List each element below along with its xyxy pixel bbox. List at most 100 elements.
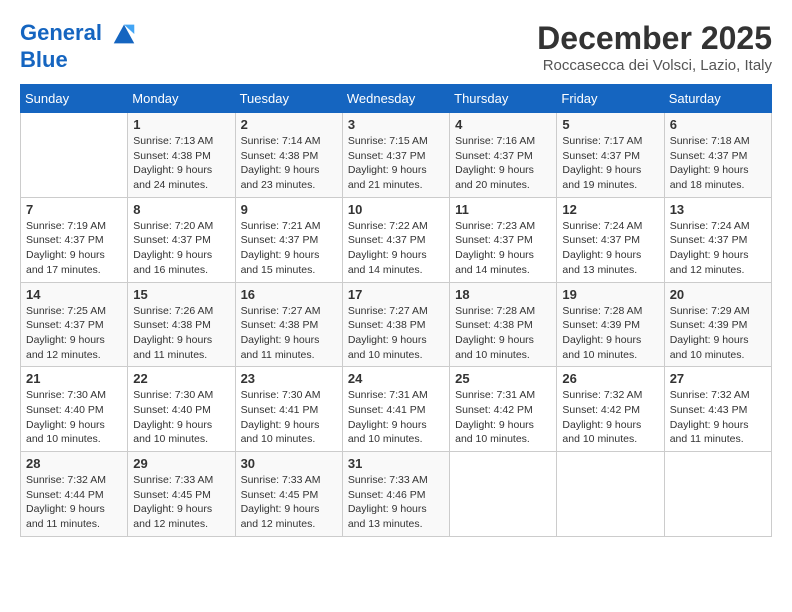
calendar-cell: 29Sunrise: 7:33 AMSunset: 4:45 PMDayligh… xyxy=(128,452,235,537)
calendar-cell: 6 Sunrise: 7:18 AMSunset: 4:37 PMDaylight… xyxy=(664,113,771,198)
day-info: Sunrise: 7:30 AMSunset: 4:41 PMDaylight:… xyxy=(241,388,337,447)
calendar-cell: 31Sunrise: 7:33 AMSunset: 4:46 PMDayligh… xyxy=(342,452,449,537)
calendar-cell: 22 Sunrise: 7:30 AMSunset: 4:40 PMDayligh… xyxy=(128,367,235,452)
day-number: 11 xyxy=(455,202,551,217)
calendar-week-row: 14 Sunrise: 7:25 AMSunset: 4:37 PMDayligh… xyxy=(21,282,772,367)
day-number: 10 xyxy=(348,202,444,217)
weekday-header-cell: Friday xyxy=(557,85,664,113)
day-number: 3 xyxy=(348,117,444,132)
day-info: Sunrise: 7:14 AMSunset: 4:38 PMDaylight:… xyxy=(241,134,337,193)
calendar-week-row: 28 Sunrise: 7:32 AMSunset: 4:44 PMDayligh… xyxy=(21,452,772,537)
day-number: 24 xyxy=(348,371,444,386)
calendar-cell: 10 Sunrise: 7:22 AMSunset: 4:37 PMDayligh… xyxy=(342,197,449,282)
day-number: 22 xyxy=(133,371,229,386)
calendar-cell: 26 Sunrise: 7:32 AMSunset: 4:42 PMDayligh… xyxy=(557,367,664,452)
day-info: Sunrise: 7:24 AMSunset: 4:37 PMDaylight:… xyxy=(562,219,658,278)
day-info: Sunrise: 7:31 AMSunset: 4:41 PMDaylight:… xyxy=(348,388,444,447)
calendar-cell xyxy=(21,113,128,198)
day-info: Sunrise: 7:25 AMSunset: 4:37 PMDaylight:… xyxy=(26,304,122,363)
calendar-cell: 28 Sunrise: 7:32 AMSunset: 4:44 PMDayligh… xyxy=(21,452,128,537)
calendar-cell: 15 Sunrise: 7:26 AMSunset: 4:38 PMDayligh… xyxy=(128,282,235,367)
weekday-header-cell: Sunday xyxy=(21,85,128,113)
calendar-cell: 18Sunrise: 7:28 AMSunset: 4:38 PMDayligh… xyxy=(450,282,557,367)
day-number: 5 xyxy=(562,117,658,132)
calendar-cell xyxy=(664,452,771,537)
calendar-cell: 21Sunrise: 7:30 AMSunset: 4:40 PMDayligh… xyxy=(21,367,128,452)
calendar-cell: 5 Sunrise: 7:17 AMSunset: 4:37 PMDaylight… xyxy=(557,113,664,198)
day-number: 28 xyxy=(26,456,122,471)
weekday-header-cell: Monday xyxy=(128,85,235,113)
calendar-cell: 30 Sunrise: 7:33 AMSunset: 4:45 PMDayligh… xyxy=(235,452,342,537)
day-number: 18 xyxy=(455,287,551,302)
day-info: Sunrise: 7:22 AMSunset: 4:37 PMDaylight:… xyxy=(348,219,444,278)
day-number: 13 xyxy=(670,202,766,217)
logo-blue-text: Blue xyxy=(20,48,138,72)
day-number: 23 xyxy=(241,371,337,386)
calendar-cell xyxy=(450,452,557,537)
calendar-cell: 4 Sunrise: 7:16 AMSunset: 4:37 PMDaylight… xyxy=(450,113,557,198)
day-info: Sunrise: 7:33 AMSunset: 4:45 PMDaylight:… xyxy=(133,473,229,532)
weekday-header-cell: Saturday xyxy=(664,85,771,113)
day-info: Sunrise: 7:33 AMSunset: 4:45 PMDaylight:… xyxy=(241,473,337,532)
day-info: Sunrise: 7:15 AMSunset: 4:37 PMDaylight:… xyxy=(348,134,444,193)
day-number: 9 xyxy=(241,202,337,217)
calendar-cell: 19 Sunrise: 7:28 AMSunset: 4:39 PMDayligh… xyxy=(557,282,664,367)
day-number: 25 xyxy=(455,371,551,386)
calendar-cell: 11 Sunrise: 7:23 AMSunset: 4:37 PMDayligh… xyxy=(450,197,557,282)
weekday-header-cell: Wednesday xyxy=(342,85,449,113)
day-number: 12 xyxy=(562,202,658,217)
calendar-week-row: 21Sunrise: 7:30 AMSunset: 4:40 PMDayligh… xyxy=(21,367,772,452)
day-info: Sunrise: 7:26 AMSunset: 4:38 PMDaylight:… xyxy=(133,304,229,363)
day-number: 6 xyxy=(670,117,766,132)
title-block: December 2025 Roccasecca dei Volsci, Laz… xyxy=(537,20,772,74)
day-info: Sunrise: 7:23 AMSunset: 4:37 PMDaylight:… xyxy=(455,219,551,278)
calendar-cell: 12 Sunrise: 7:24 AMSunset: 4:37 PMDayligh… xyxy=(557,197,664,282)
calendar-body: 1 Sunrise: 7:13 AMSunset: 4:38 PMDaylight… xyxy=(21,113,772,537)
day-number: 30 xyxy=(241,456,337,471)
weekday-header-row: SundayMondayTuesdayWednesdayThursdayFrid… xyxy=(21,85,772,113)
calendar-cell: 14 Sunrise: 7:25 AMSunset: 4:37 PMDayligh… xyxy=(21,282,128,367)
calendar-cell: 20Sunrise: 7:29 AMSunset: 4:39 PMDayligh… xyxy=(664,282,771,367)
day-info: Sunrise: 7:30 AMSunset: 4:40 PMDaylight:… xyxy=(133,388,229,447)
day-number: 27 xyxy=(670,371,766,386)
day-number: 20 xyxy=(670,287,766,302)
day-info: Sunrise: 7:33 AMSunset: 4:46 PMDaylight:… xyxy=(348,473,444,532)
day-info: Sunrise: 7:18 AMSunset: 4:37 PMDaylight:… xyxy=(670,134,766,193)
calendar-cell: 17Sunrise: 7:27 AMSunset: 4:38 PMDayligh… xyxy=(342,282,449,367)
day-info: Sunrise: 7:13 AMSunset: 4:38 PMDaylight:… xyxy=(133,134,229,193)
day-number: 15 xyxy=(133,287,229,302)
weekday-header-cell: Tuesday xyxy=(235,85,342,113)
calendar-cell: 23 Sunrise: 7:30 AMSunset: 4:41 PMDayligh… xyxy=(235,367,342,452)
day-info: Sunrise: 7:17 AMSunset: 4:37 PMDaylight:… xyxy=(562,134,658,193)
day-number: 1 xyxy=(133,117,229,132)
day-info: Sunrise: 7:32 AMSunset: 4:44 PMDaylight:… xyxy=(26,473,122,532)
day-info: Sunrise: 7:32 AMSunset: 4:43 PMDaylight:… xyxy=(670,388,766,447)
calendar-cell: 1 Sunrise: 7:13 AMSunset: 4:38 PMDaylight… xyxy=(128,113,235,198)
day-info: Sunrise: 7:32 AMSunset: 4:42 PMDaylight:… xyxy=(562,388,658,447)
calendar-cell: 8Sunrise: 7:20 AMSunset: 4:37 PMDaylight… xyxy=(128,197,235,282)
day-number: 16 xyxy=(241,287,337,302)
calendar-week-row: 1 Sunrise: 7:13 AMSunset: 4:38 PMDaylight… xyxy=(21,113,772,198)
calendar-cell: 3 Sunrise: 7:15 AMSunset: 4:37 PMDaylight… xyxy=(342,113,449,198)
day-info: Sunrise: 7:16 AMSunset: 4:37 PMDaylight:… xyxy=(455,134,551,193)
day-number: 2 xyxy=(241,117,337,132)
calendar-table: SundayMondayTuesdayWednesdayThursdayFrid… xyxy=(20,84,772,537)
day-info: Sunrise: 7:21 AMSunset: 4:37 PMDaylight:… xyxy=(241,219,337,278)
day-info: Sunrise: 7:24 AMSunset: 4:37 PMDaylight:… xyxy=(670,219,766,278)
calendar-cell: 13 Sunrise: 7:24 AMSunset: 4:37 PMDayligh… xyxy=(664,197,771,282)
calendar-cell: 24 Sunrise: 7:31 AMSunset: 4:41 PMDayligh… xyxy=(342,367,449,452)
calendar-cell: 25 Sunrise: 7:31 AMSunset: 4:42 PMDayligh… xyxy=(450,367,557,452)
day-number: 4 xyxy=(455,117,551,132)
day-info: Sunrise: 7:31 AMSunset: 4:42 PMDaylight:… xyxy=(455,388,551,447)
logo-text: General xyxy=(20,20,138,48)
day-info: Sunrise: 7:28 AMSunset: 4:39 PMDaylight:… xyxy=(562,304,658,363)
day-number: 7 xyxy=(26,202,122,217)
day-number: 26 xyxy=(562,371,658,386)
month-title: December 2025 xyxy=(537,20,772,57)
day-number: 14 xyxy=(26,287,122,302)
calendar-cell: 2 Sunrise: 7:14 AMSunset: 4:38 PMDaylight… xyxy=(235,113,342,198)
calendar-cell: 27 Sunrise: 7:32 AMSunset: 4:43 PMDayligh… xyxy=(664,367,771,452)
day-info: Sunrise: 7:27 AMSunset: 4:38 PMDaylight:… xyxy=(348,304,444,363)
day-number: 19 xyxy=(562,287,658,302)
day-info: Sunrise: 7:20 AMSunset: 4:37 PMDaylight:… xyxy=(133,219,229,278)
